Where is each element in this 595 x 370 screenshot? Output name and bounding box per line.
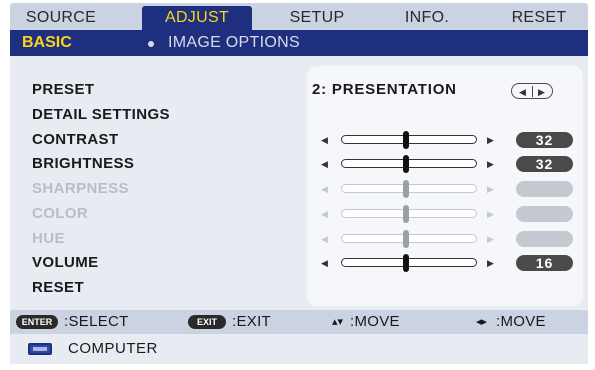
- color-label: COLOR: [32, 205, 89, 222]
- detail-settings-label[interactable]: DETAIL SETTINGS: [32, 106, 170, 124]
- sharpness-increase-icon: ▶: [487, 184, 494, 194]
- tab-reset[interactable]: RESET: [494, 6, 584, 30]
- sharpness-label: SHARPNESS: [32, 180, 129, 197]
- sharpness-decrease-icon: ◀: [321, 184, 328, 194]
- brightness-value: 32: [516, 156, 573, 172]
- reset-label[interactable]: RESET: [32, 279, 84, 297]
- enter-key-icon: ENTER: [16, 315, 58, 329]
- up-down-arrows-icon: ▴▾: [332, 316, 344, 328]
- tab-source[interactable]: SOURCE: [18, 6, 104, 30]
- contrast-slider-knob[interactable]: [403, 131, 409, 149]
- contrast-value: 32: [516, 132, 573, 148]
- volume-value: 16: [516, 255, 573, 271]
- selector-divider: [532, 86, 533, 97]
- tab-setup[interactable]: SETUP: [272, 6, 362, 30]
- brightness-increase-icon[interactable]: ▶: [487, 159, 494, 169]
- preset-selector[interactable]: ◀ ▶: [511, 83, 553, 99]
- exit-hint: :EXIT: [232, 313, 272, 330]
- color-increase-icon: ▶: [487, 209, 494, 219]
- subtab-bullet: [148, 41, 154, 47]
- subtab-basic[interactable]: BASIC: [22, 33, 72, 53]
- select-hint: :SELECT: [64, 313, 129, 330]
- color-slider-track: [341, 209, 477, 218]
- hue-label: HUE: [32, 230, 65, 247]
- volume-decrease-icon[interactable]: ◀: [321, 258, 328, 268]
- brightness-label[interactable]: BRIGHTNESS: [32, 155, 134, 173]
- sharpness-slider-knob: [403, 180, 409, 198]
- left-right-arrows-icon: ◂▸: [476, 316, 488, 328]
- right-arrow-icon[interactable]: ▶: [538, 87, 545, 97]
- sharpness-slider-track: [341, 184, 477, 193]
- color-slider-knob: [403, 205, 409, 223]
- move-horizontal-hint: :MOVE: [496, 313, 546, 330]
- volume-increase-icon[interactable]: ▶: [487, 258, 494, 268]
- color-decrease-icon: ◀: [321, 209, 328, 219]
- subtab-image-options[interactable]: IMAGE OPTIONS: [168, 33, 300, 53]
- contrast-slider-track[interactable]: [341, 135, 477, 144]
- key-help-bar: ENTER :SELECT EXIT :EXIT ▴▾ :MOVE ◂▸ :MO…: [10, 310, 588, 334]
- hue-decrease-icon: ◀: [321, 234, 328, 244]
- volume-slider-knob[interactable]: [403, 254, 409, 272]
- left-arrow-icon[interactable]: ◀: [519, 87, 526, 97]
- volume-slider-track[interactable]: [341, 258, 477, 267]
- projector-osd-menu: SOURCE ADJUST SETUP INFO. RESET BASIC IM…: [0, 0, 595, 370]
- hue-value: [516, 231, 573, 247]
- main-tab-bar: SOURCE ADJUST SETUP INFO. RESET: [10, 3, 588, 30]
- contrast-label[interactable]: CONTRAST: [32, 131, 119, 149]
- exit-key-icon: EXIT: [188, 315, 226, 329]
- move-vertical-hint: :MOVE: [350, 313, 400, 330]
- computer-input-icon: [28, 343, 52, 355]
- brightness-decrease-icon[interactable]: ◀: [321, 159, 328, 169]
- hue-increase-icon: ▶: [487, 234, 494, 244]
- input-source-label: COMPUTER: [68, 340, 158, 357]
- sub-tab-bar: BASIC IMAGE OPTIONS: [10, 30, 588, 56]
- tab-info[interactable]: INFO.: [382, 6, 472, 30]
- contrast-decrease-icon[interactable]: ◀: [321, 135, 328, 145]
- tab-adjust[interactable]: ADJUST: [142, 6, 252, 30]
- hue-slider-knob: [403, 230, 409, 248]
- volume-label[interactable]: VOLUME: [32, 254, 99, 272]
- contrast-increase-icon[interactable]: ▶: [487, 135, 494, 145]
- brightness-slider-track[interactable]: [341, 159, 477, 168]
- hue-slider-track: [341, 234, 477, 243]
- color-value: [516, 206, 573, 222]
- sharpness-value: [516, 181, 573, 197]
- input-source-bar: COMPUTER: [10, 334, 588, 364]
- settings-panel: PRESET DETAIL SETTINGS CONTRAST BRIGHTNE…: [10, 56, 588, 310]
- brightness-slider-knob[interactable]: [403, 155, 409, 173]
- preset-value: 2: PRESENTATION: [312, 81, 457, 98]
- preset-label[interactable]: PRESET: [32, 81, 94, 99]
